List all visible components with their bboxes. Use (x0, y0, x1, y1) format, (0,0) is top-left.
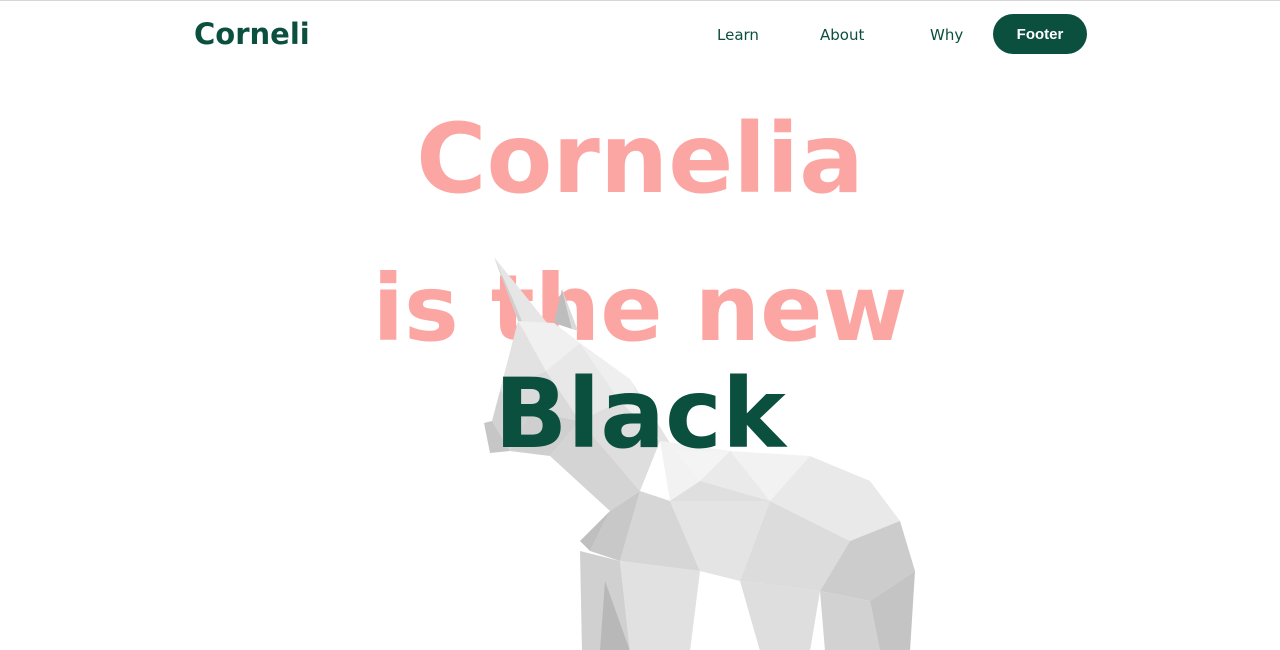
logo[interactable]: Corneli (194, 17, 310, 51)
nav-link-learn[interactable]: Learn (717, 26, 759, 44)
hero-title-line-3: Black (494, 358, 786, 470)
footer-button[interactable]: Footer (993, 14, 1087, 54)
hero-title-line-1: Cornelia (416, 103, 864, 215)
landing-page: Corneli Learn About Why Footer Cornelia … (0, 0, 1280, 650)
nav-link-why[interactable]: Why (930, 26, 963, 44)
nav-link-about[interactable]: About (820, 26, 864, 44)
